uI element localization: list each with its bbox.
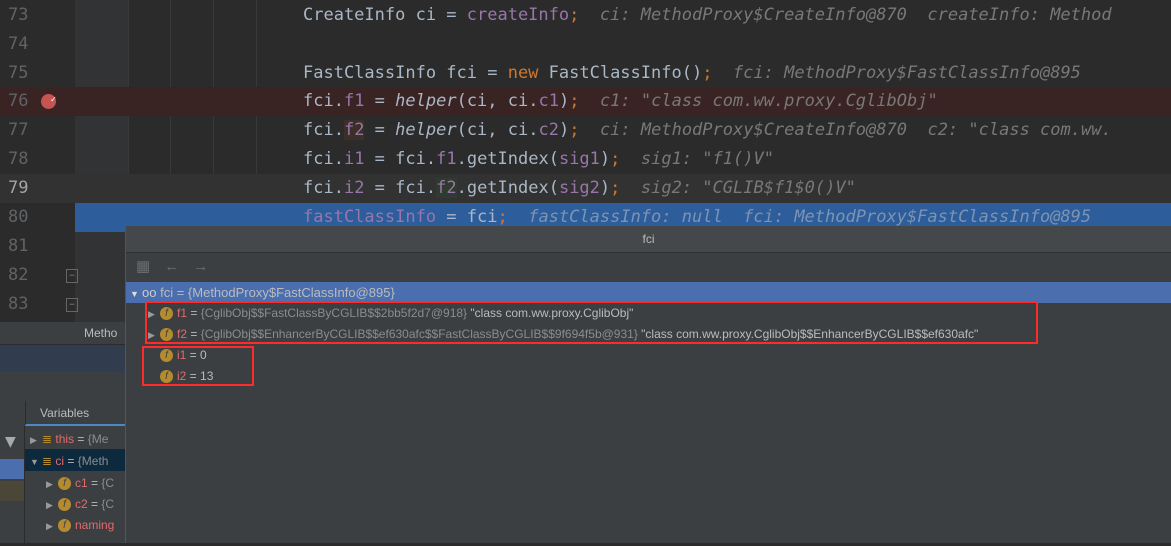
code-text: = bbox=[364, 178, 396, 198]
code-text: ) bbox=[558, 91, 570, 111]
code-text: f1 bbox=[343, 91, 365, 111]
variable-row[interactable]: ▼ ≣ ci = {Meth bbox=[30, 450, 108, 472]
variable-row[interactable]: ▶ f naming bbox=[46, 514, 114, 536]
line-number: 80 bbox=[0, 203, 75, 232]
code-text: FastClassInfo fci = bbox=[303, 63, 508, 83]
code-text: f2 bbox=[343, 120, 365, 140]
annotation-box bbox=[142, 346, 254, 386]
code-line-current[interactable]: 79 fci.i2 = fci.f2.getIndex(sig2); sig2: … bbox=[0, 174, 1171, 203]
code-text: c2 bbox=[538, 120, 559, 140]
code-text: c1 bbox=[538, 91, 559, 111]
code-text: ) bbox=[599, 149, 611, 169]
line-number: 81 bbox=[8, 236, 29, 256]
popup-title: fci bbox=[126, 226, 1171, 253]
code-line-breakpoint[interactable]: 76 ✓ fci.f1 = helper(ci, ci.c1); c1: "clas… bbox=[0, 87, 1171, 116]
inline-debug-hint: ci: MethodProxy$CreateInfo@870 c2: "clas… bbox=[599, 120, 1112, 140]
fold-icon[interactable]: − bbox=[66, 298, 78, 312]
code-text: fci. bbox=[303, 178, 344, 198]
inline-debug-hint: c1: "class com.ww.proxy.CglibObj" bbox=[599, 91, 938, 111]
code-text: i1 bbox=[343, 149, 365, 169]
field-icon: f bbox=[58, 477, 71, 491]
field-icon: f bbox=[58, 498, 71, 512]
code-text: (ci, ci. bbox=[456, 120, 539, 140]
watch-icon: oo bbox=[142, 285, 157, 300]
annotation-box bbox=[145, 301, 1038, 344]
code-text: ) bbox=[558, 120, 570, 140]
inline-debug-hint: fci: MethodProxy$FastClassInfo@895 bbox=[732, 63, 1081, 83]
line-number: 75 bbox=[8, 63, 29, 83]
frames-band bbox=[0, 345, 125, 372]
debug-panel: Metho Variables ▼ ▶ ≣ this = {Me ▼ ≣ ci = … bbox=[0, 322, 125, 546]
code-line[interactable]: 73 CreateInfo ci = createInfo; ci: Method… bbox=[0, 1, 1171, 30]
code-line[interactable]: 78 fci.i1 = fci.f1.getIndex(sig1); sig1: … bbox=[0, 145, 1171, 174]
code-text: createInfo bbox=[466, 5, 570, 25]
code-text: ; bbox=[569, 5, 580, 25]
code-text: CreateInfo ci = bbox=[303, 5, 467, 25]
variables-tab[interactable]: Variables bbox=[25, 401, 125, 426]
line-number: 83 bbox=[8, 294, 29, 314]
variable-icon: ≣ bbox=[42, 432, 53, 446]
code-text: fastClassInfo bbox=[303, 207, 437, 227]
inline-debug-hint: fastClassInfo: null fci: MethodProxy$Fas… bbox=[528, 207, 1092, 227]
code-text: .getIndex( bbox=[456, 178, 559, 198]
inline-debug-hint: sig2: "CGLIB$f1$0()V" bbox=[640, 178, 856, 198]
code-text: ; bbox=[497, 207, 508, 227]
filter-icon[interactable]: ▼ bbox=[5, 434, 16, 450]
line-number: 78 bbox=[8, 149, 29, 169]
variable-row[interactable]: ▶ f c1 = {C bbox=[46, 472, 114, 494]
code-text: ) bbox=[599, 178, 611, 198]
code-text: i2 bbox=[343, 178, 365, 198]
code-text: fci. bbox=[303, 91, 344, 111]
variable-inspect-popup[interactable]: fci ▦ ← → ▼ oo fci = {MethodProxy$FastCla… bbox=[125, 226, 1171, 543]
fold-icon[interactable]: − bbox=[66, 269, 78, 283]
line-number: 74 bbox=[8, 34, 29, 54]
tree-root-row[interactable]: ▼ oo fci = {MethodProxy$FastClassInfo@895… bbox=[126, 282, 1171, 303]
code-text: .getIndex( bbox=[456, 149, 559, 169]
code-text: f2 bbox=[436, 178, 457, 198]
code-text: (ci, ci. bbox=[456, 91, 539, 111]
code-text: f1 bbox=[436, 149, 457, 169]
code-text: = fci bbox=[436, 207, 498, 227]
code-text: fci. bbox=[395, 149, 437, 169]
inline-debug-hint: sig1: "f1()V" bbox=[640, 149, 774, 169]
back-arrow-icon[interactable]: ← bbox=[164, 258, 179, 275]
code-text: = bbox=[364, 91, 396, 111]
code-text: = bbox=[364, 149, 396, 169]
code-text: FastClassInfo() bbox=[538, 63, 703, 83]
frames-tab[interactable]: Metho bbox=[0, 322, 125, 345]
code-text: helper bbox=[395, 120, 457, 140]
code-text: fci. bbox=[303, 120, 344, 140]
code-text: ; bbox=[610, 178, 621, 198]
view-icon[interactable]: ▦ bbox=[136, 257, 150, 275]
forward-arrow-icon[interactable]: → bbox=[193, 258, 208, 275]
code-text: ; bbox=[702, 63, 713, 83]
field-icon: f bbox=[58, 519, 71, 533]
line-number: 79 bbox=[8, 178, 29, 198]
popup-toolbar: ▦ ← → bbox=[126, 253, 1171, 279]
code-text: fci. bbox=[303, 149, 344, 169]
variable-row[interactable]: ▶ f c2 = {C bbox=[46, 493, 114, 515]
code-text: = bbox=[364, 120, 396, 140]
code-text: new bbox=[507, 63, 539, 83]
line-number: 73 bbox=[8, 5, 29, 25]
variable-icon: ≣ bbox=[42, 454, 53, 468]
inline-debug-hint: ci: MethodProxy$CreateInfo@870 createInf… bbox=[599, 5, 1112, 25]
line-number: 82 bbox=[8, 265, 29, 285]
code-line[interactable]: 77 fci.f2 = helper(ci, ci.c2); ci: Method… bbox=[0, 116, 1171, 145]
code-text: ; bbox=[610, 149, 621, 169]
code-text: ; bbox=[569, 120, 580, 140]
line-number: 77 bbox=[8, 120, 29, 140]
code-line[interactable]: 75 FastClassInfo fci = new FastClassInfo(… bbox=[0, 59, 1171, 88]
code-text: sig1 bbox=[558, 149, 600, 169]
variable-row[interactable]: ▶ ≣ this = {Me bbox=[30, 428, 108, 450]
code-text: sig2 bbox=[558, 178, 600, 198]
code-line[interactable]: 74 bbox=[0, 30, 1171, 59]
breakpoint-icon[interactable]: ✓ bbox=[41, 94, 56, 109]
code-text: fci. bbox=[395, 178, 437, 198]
code-text: helper bbox=[395, 91, 457, 111]
code-text: ; bbox=[569, 91, 580, 111]
